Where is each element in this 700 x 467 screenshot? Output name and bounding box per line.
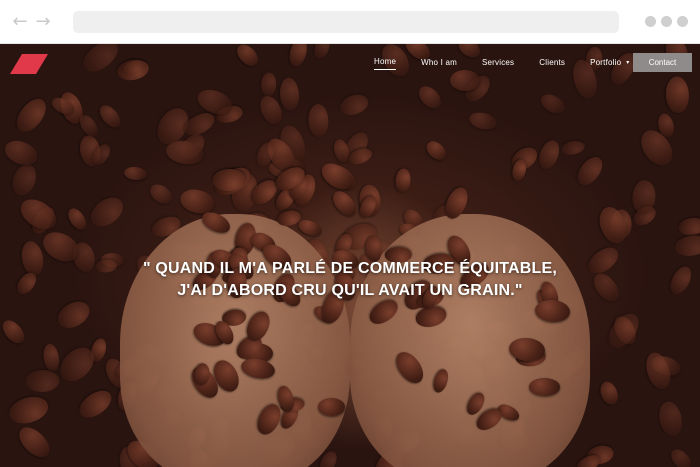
- dot: [661, 16, 672, 27]
- nav-item-home[interactable]: Home: [374, 57, 397, 70]
- cocoa-bean: [318, 397, 345, 416]
- nav-item-services[interactable]: Services: [482, 58, 514, 70]
- cocoa-bean: [559, 139, 586, 157]
- arrow-right-icon[interactable]: →: [33, 10, 53, 32]
- cocoa-bean: [74, 385, 117, 424]
- cocoa-bean: [678, 216, 700, 238]
- cocoa-bean: [41, 343, 61, 374]
- cocoa-bean: [64, 205, 90, 234]
- cocoa-bean: [8, 161, 41, 200]
- cocoa-bean: [338, 90, 372, 119]
- dot: [645, 16, 656, 27]
- hero-section: Home Who I am Services Clients Portfolio…: [0, 44, 700, 467]
- cocoa-bean: [414, 82, 445, 113]
- cocoa-bean: [328, 186, 361, 220]
- cocoa-bean: [233, 44, 262, 70]
- cocoa-bean: [535, 137, 564, 173]
- cocoa-bean: [261, 72, 278, 97]
- cocoa-bean: [146, 180, 176, 208]
- nav-item-clients[interactable]: Clients: [539, 58, 565, 70]
- cocoa-bean: [528, 377, 561, 396]
- cocoa-bean: [308, 104, 329, 139]
- cocoa-bean: [85, 191, 129, 233]
- nav-item-portfolio[interactable]: Portfolio ▾: [590, 58, 629, 70]
- three-dots-icon[interactable]: [645, 16, 688, 27]
- nav-item-who-i-am[interactable]: Who I am: [421, 58, 457, 70]
- arrow-left-icon[interactable]: ←: [10, 10, 30, 32]
- cocoa-bean: [467, 110, 499, 133]
- cocoa-bean: [667, 445, 695, 467]
- cocoa-bean: [538, 90, 569, 118]
- cocoa-bean: [13, 422, 56, 464]
- cocoa-bean: [449, 69, 481, 92]
- cocoa-bean: [596, 378, 621, 408]
- contact-button[interactable]: Contact: [633, 53, 692, 72]
- cocoa-bean: [279, 76, 301, 112]
- cocoa-bean: [10, 93, 52, 138]
- nav-item-portfolio-label: Portfolio: [590, 57, 622, 67]
- quote-line-1: " QUAND IL M'A PARLÉ DE COMMERCE ÉQUITAB…: [142, 260, 558, 277]
- red-parallelogram-logo[interactable]: [10, 54, 48, 74]
- browser-toolbar: ← →: [0, 0, 700, 44]
- main-navigation: Home Who I am Services Clients Portfolio…: [374, 57, 655, 70]
- cocoa-bean: [673, 233, 700, 258]
- cocoa-bean: [594, 203, 632, 248]
- dot: [677, 16, 688, 27]
- quote-line-2: J'AI D'ABORD CRU QU'IL AVAIT UN GRAIN.": [177, 282, 523, 299]
- cocoa-bean: [24, 369, 60, 393]
- cocoa-bean: [656, 399, 686, 439]
- cocoa-bean: [286, 44, 310, 68]
- cocoa-bean: [422, 137, 449, 165]
- cocoa-bean: [394, 167, 412, 194]
- hero-quote: " QUAND IL M'A PARLÉ DE COMMERCE ÉQUITAB…: [0, 258, 700, 302]
- cocoa-bean: [123, 165, 148, 181]
- address-bar[interactable]: [73, 11, 619, 33]
- cocoa-bean: [311, 44, 333, 61]
- cocoa-bean: [573, 152, 608, 190]
- cocoa-bean: [96, 101, 125, 132]
- cocoa-bean: [76, 111, 102, 140]
- cocoa-bean: [0, 316, 29, 348]
- cocoa-bean: [664, 75, 690, 114]
- caret-down-icon: ▾: [626, 59, 630, 66]
- cocoa-bean: [5, 393, 51, 428]
- cocoa-bean: [602, 307, 645, 353]
